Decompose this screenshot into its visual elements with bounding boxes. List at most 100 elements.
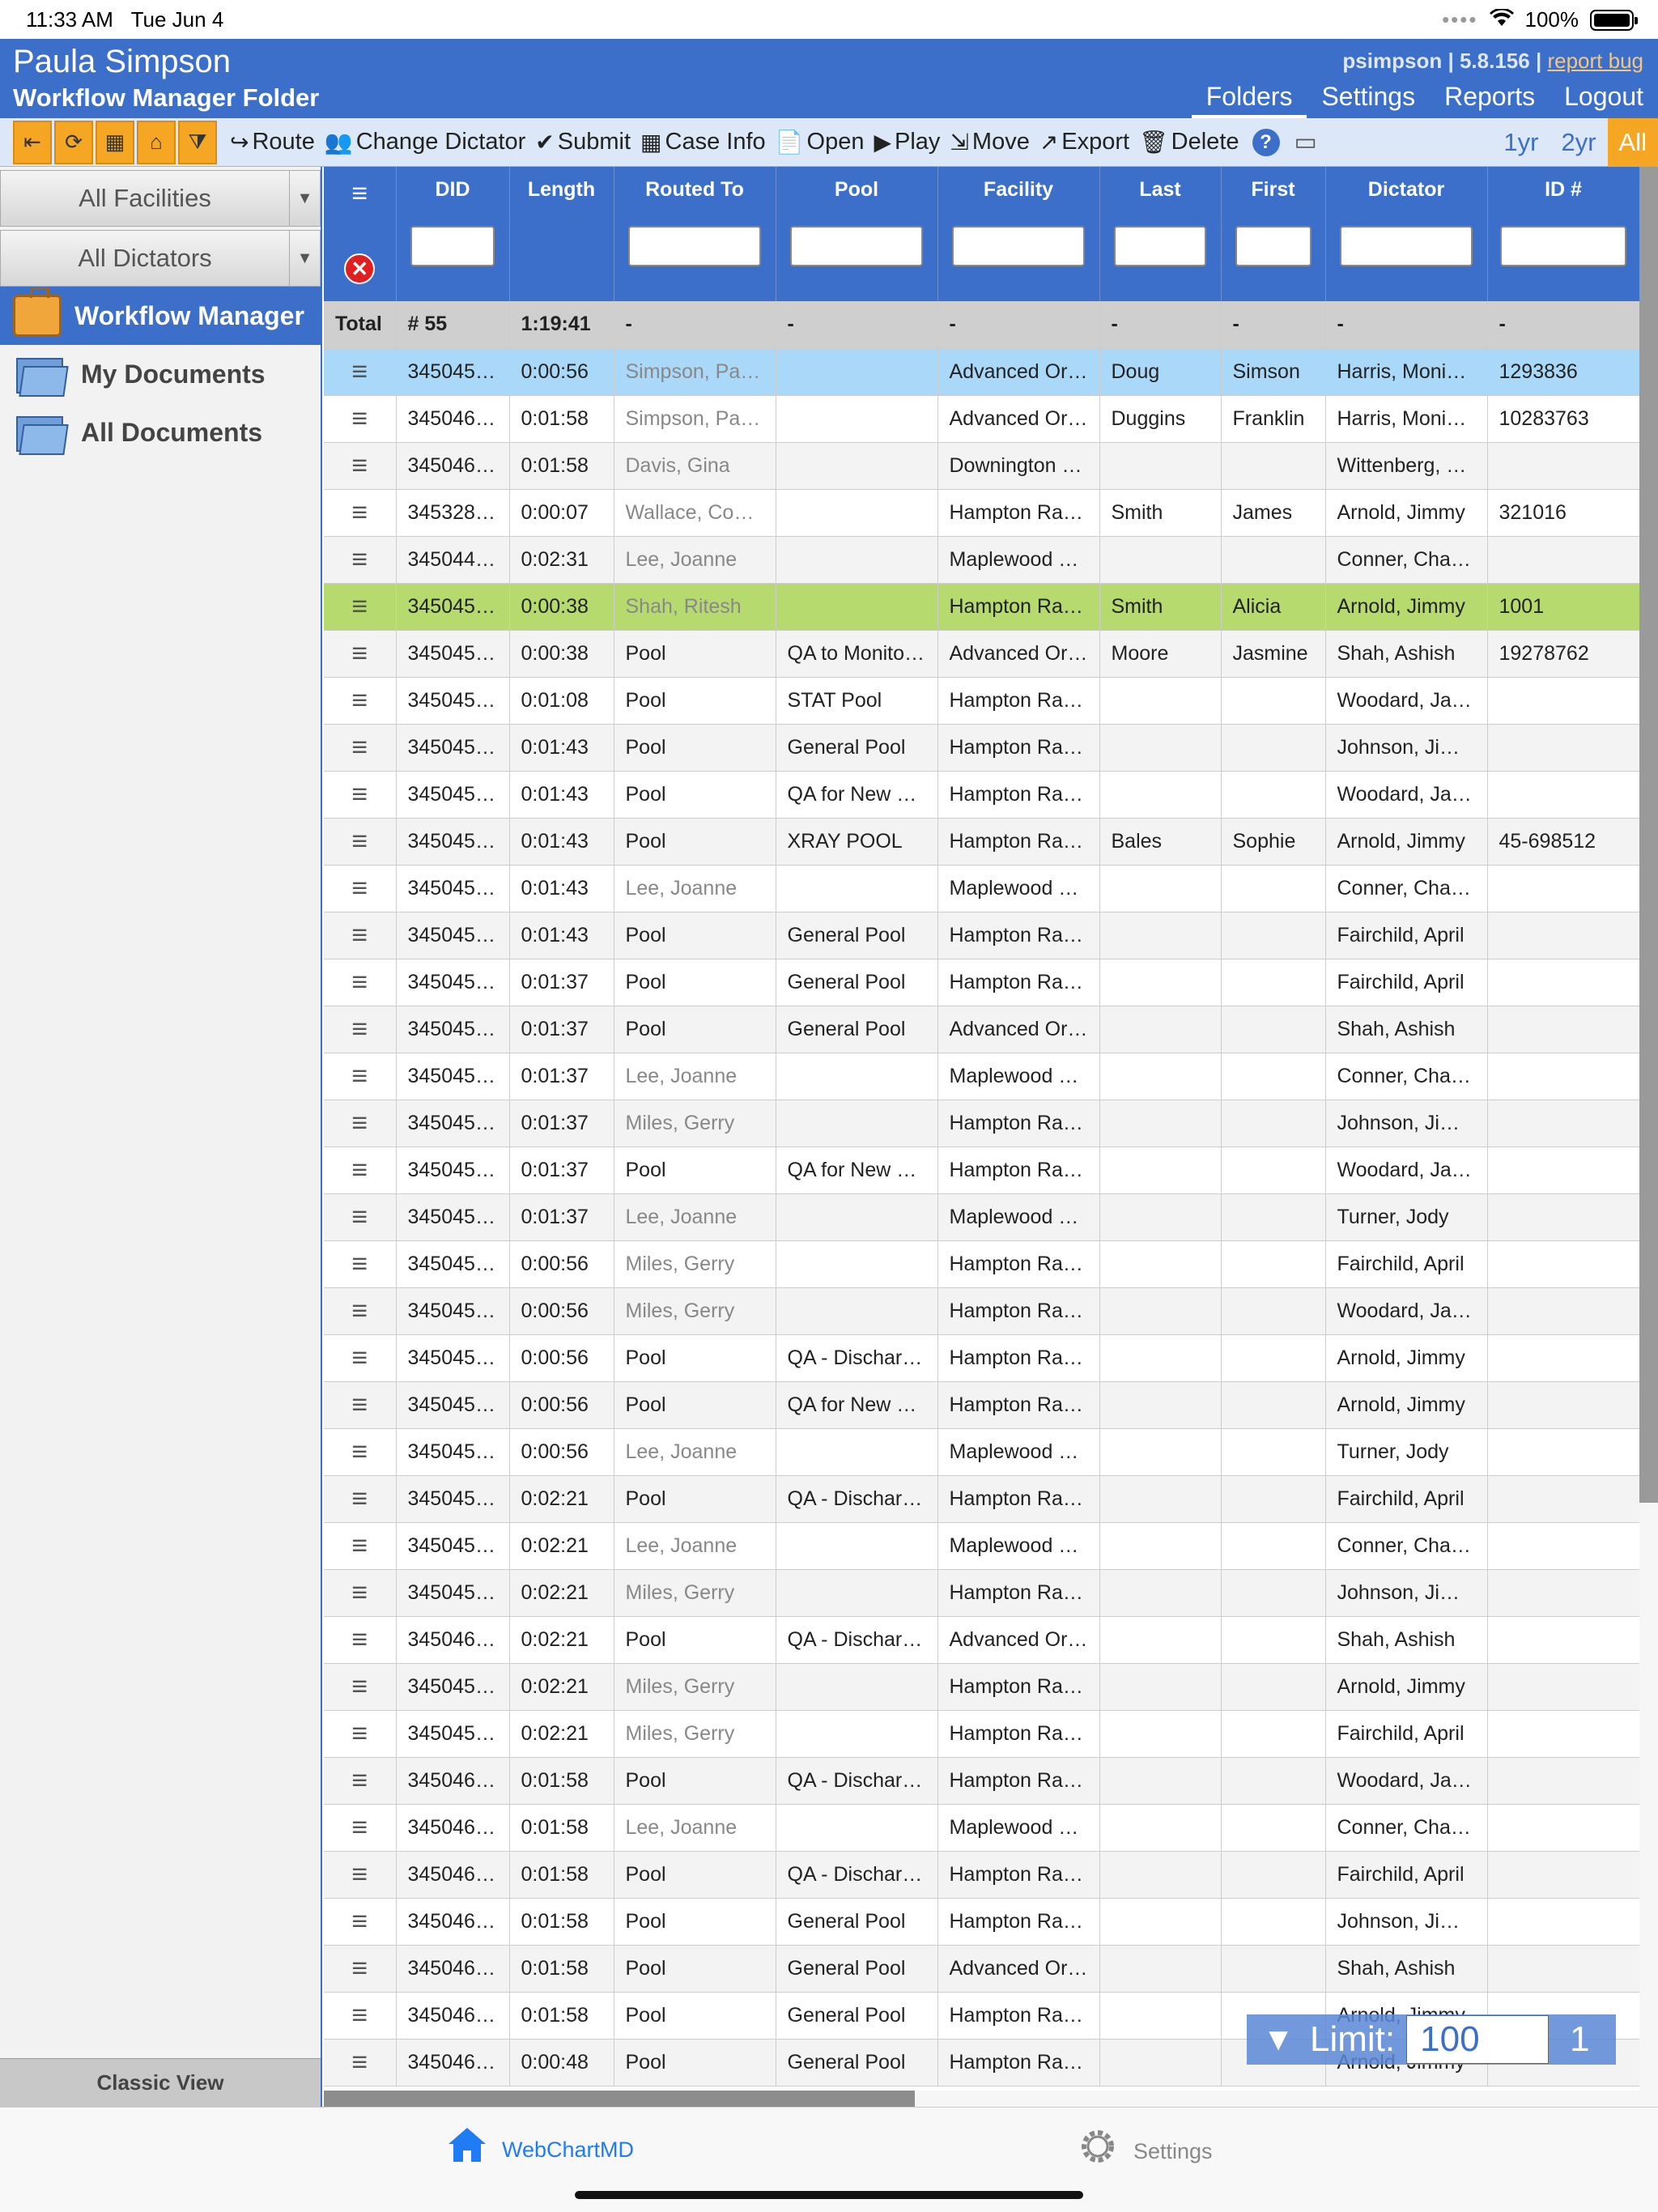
table-row[interactable]: ≡ 34504600 0:02:21 Pool QA - Dischar… Advance… bbox=[324, 1616, 1639, 1664]
table-row[interactable]: ≡ 34532828 0:00:07 Wallace, Con… Hampton Ra…… bbox=[324, 489, 1639, 537]
table-row[interactable]: ≡ 34504612 0:01:58 Simpson, Pa… Advanced Or…… bbox=[324, 395, 1639, 443]
limit-input[interactable] bbox=[1406, 2015, 1550, 2064]
row-menu-icon[interactable]: ≡ bbox=[324, 912, 397, 959]
row-menu-icon[interactable]: ≡ bbox=[324, 1616, 397, 1664]
row-menu-icon[interactable]: ≡ bbox=[324, 1334, 397, 1382]
toolbar-case-info-button[interactable]: ▦ Case Info bbox=[640, 129, 766, 155]
row-menu-icon[interactable]: ≡ bbox=[324, 1663, 397, 1711]
col-id[interactable]: ID # bbox=[1487, 167, 1639, 301]
row-menu-icon[interactable]: ≡ bbox=[324, 1945, 397, 1993]
table-row[interactable]: ≡ 34504618 0:01:58 Lee, Joanne Maplewood … Co… bbox=[324, 1804, 1639, 1852]
sidebar-item-all-documents[interactable]: All Documents bbox=[0, 403, 321, 462]
col-facility[interactable]: Facility bbox=[937, 167, 1100, 301]
row-menu-icon[interactable]: ≡ bbox=[324, 818, 397, 866]
table-row[interactable]: ≡ 34504560 0:01:37 Pool General Pool Advanced… bbox=[324, 1006, 1639, 1053]
table-row[interactable]: ≡ 34504599 0:02:21 Pool QA - Dischar… Hampton… bbox=[324, 1475, 1639, 1523]
table-row[interactable]: ≡ 34504597 0:02:21 Miles, Gerry Hampton Ra… J… bbox=[324, 1569, 1639, 1617]
row-menu-icon[interactable]: ≡ bbox=[324, 1006, 397, 1053]
table-row[interactable]: ≡ 34504580 0:01:37 Lee, Joanne Maplewood … Tu… bbox=[324, 1193, 1639, 1241]
col-pool[interactable]: Pool bbox=[776, 167, 938, 301]
scroll-thumb[interactable] bbox=[324, 2091, 915, 2107]
filter-facility-input[interactable] bbox=[952, 226, 1085, 266]
range-1yr[interactable]: 1yr bbox=[1492, 118, 1550, 167]
table-row[interactable]: ≡ 34504529 0:00:38 Pool QA to Monito… Advance… bbox=[324, 630, 1639, 678]
scroll-thumb[interactable] bbox=[1639, 167, 1658, 1503]
col-did[interactable]: DID bbox=[396, 167, 510, 301]
range-2yr[interactable]: 2yr bbox=[1550, 118, 1607, 167]
table-row[interactable]: ≡ 34504548 0:01:43 Pool General Pool Hampton … bbox=[324, 724, 1639, 772]
page-number[interactable]: 1 bbox=[1570, 2019, 1589, 2060]
table-row[interactable]: ≡ 34504528 0:00:38 Shah, Ritesh Hampton Ra… S… bbox=[324, 583, 1639, 631]
toolbar-export-button[interactable]: ↗ Export bbox=[1039, 129, 1129, 155]
row-menu-icon[interactable]: ≡ bbox=[324, 1992, 397, 2040]
table-row[interactable]: ≡ 34504581 0:01:37 Pool General Pool Hampton … bbox=[324, 959, 1639, 1006]
row-menu-icon[interactable]: ≡ bbox=[324, 1569, 397, 1617]
toolbar-move-button[interactable]: ⇲ Move bbox=[950, 129, 1029, 155]
row-menu-icon[interactable]: ≡ bbox=[324, 348, 397, 396]
vertical-scrollbar[interactable] bbox=[1639, 167, 1658, 2107]
table-row[interactable]: ≡ 34504579 0:01:37 Miles, Gerry Hampton Ra… J… bbox=[324, 1100, 1639, 1147]
nav-settings[interactable]: Settings bbox=[1307, 78, 1430, 118]
table-row[interactable]: ≡ 34504522 0:01:08 Pool STAT Pool Hampton Ra…… bbox=[324, 677, 1639, 725]
row-menu-icon[interactable]: ≡ bbox=[324, 1053, 397, 1100]
toolbar-route-button[interactable]: ↪ Route bbox=[230, 129, 315, 155]
row-menu-icon[interactable]: ≡ bbox=[324, 1851, 397, 1899]
back-icon[interactable]: ⇤ bbox=[13, 120, 52, 164]
toolbar-change-dictator-button[interactable]: 👥 Change Dictator bbox=[325, 129, 525, 155]
toolbar-play-button[interactable]: ▶ Play bbox=[874, 129, 940, 155]
row-menu-icon[interactable]: ≡ bbox=[324, 1100, 397, 1147]
calculator-icon[interactable]: ▦ bbox=[96, 120, 134, 164]
row-menu-icon[interactable]: ≡ bbox=[324, 677, 397, 725]
table-row[interactable]: ≡ 34504488 0:02:31 Lee, Joanne Maplewood … Co… bbox=[324, 536, 1639, 584]
row-menu-icon[interactable]: ≡ bbox=[324, 1193, 397, 1241]
row-menu-icon[interactable]: ≡ bbox=[324, 1428, 397, 1476]
row-menu-icon[interactable]: ≡ bbox=[324, 1240, 397, 1288]
table-row[interactable]: ≡ 34504549 0:01:43 Pool QA for New … Hampton … bbox=[324, 771, 1639, 819]
filter-first-input[interactable] bbox=[1235, 226, 1312, 266]
tab-webchartmd[interactable]: WebChartMD bbox=[447, 2125, 634, 2174]
col-last[interactable]: Last bbox=[1099, 167, 1222, 301]
table-row[interactable]: ≡ 34504598 0:02:21 Miles, Gerry Hampton Ra… A… bbox=[324, 1663, 1639, 1711]
toolbar-delete-button[interactable]: 🗑 Delete bbox=[1139, 129, 1239, 155]
dictators-dropdown[interactable]: All Dictators ▼ bbox=[0, 230, 321, 287]
sidebar-item-my-documents[interactable]: My Documents bbox=[0, 345, 321, 403]
row-menu-icon[interactable]: ≡ bbox=[324, 1381, 397, 1429]
row-menu-icon[interactable]: ≡ bbox=[324, 1475, 397, 1523]
row-menu-icon[interactable]: ≡ bbox=[324, 630, 397, 678]
filter-id-input[interactable] bbox=[1500, 226, 1626, 266]
table-row[interactable]: ≡ 34504614 0:01:58 Davis, Gina Downington … W… bbox=[324, 442, 1639, 490]
table-row[interactable]: ≡ 34504576 0:01:37 Lee, Joanne Maplewood … Co… bbox=[324, 1053, 1639, 1100]
row-menu-icon[interactable]: ≡ bbox=[324, 489, 397, 537]
table-row[interactable]: ≡ 34504578 0:01:37 Pool QA for New … Hampton … bbox=[324, 1146, 1639, 1194]
facilities-dropdown[interactable]: All Facilities ▼ bbox=[0, 170, 321, 227]
row-menu-icon[interactable]: ≡ bbox=[324, 536, 397, 584]
clear-filters-icon[interactable]: ✕ bbox=[344, 253, 376, 284]
sidebar-item-workflow-manager[interactable]: Workflow Manager bbox=[0, 287, 321, 345]
nav-folders[interactable]: Folders bbox=[1191, 78, 1307, 118]
table-row[interactable]: ≡ 34504609 0:01:58 Pool QA - Dischar… Hampton… bbox=[324, 1851, 1639, 1899]
table-row[interactable]: ≡ 34504547 0:01:43 Pool XRAY POOL Hampton Ra…… bbox=[324, 818, 1639, 866]
row-menu-icon[interactable]: ≡ bbox=[324, 442, 397, 490]
nav-reports[interactable]: Reports bbox=[1430, 78, 1550, 118]
filter-routed-to-input[interactable] bbox=[628, 226, 761, 266]
table-row[interactable]: ≡ 34504593 0:00:56 Miles, Gerry Hampton Ra… W… bbox=[324, 1287, 1639, 1335]
table-row[interactable]: ≡ 34504586 0:02:21 Miles, Gerry Hampton Ra… F… bbox=[324, 1710, 1639, 1758]
horizontal-scrollbar[interactable] bbox=[324, 2091, 1639, 2107]
row-menu-icon[interactable]: ≡ bbox=[324, 1146, 397, 1194]
table-row[interactable]: ≡ 34504613 0:01:58 Pool General Pool Advanced… bbox=[324, 1945, 1639, 1993]
row-menu-icon[interactable]: ≡ bbox=[324, 959, 397, 1006]
refresh-icon[interactable]: ⟳ bbox=[54, 120, 93, 164]
table-row[interactable]: ≡ 34504551 0:01:43 Lee, Joanne Maplewood … Co… bbox=[324, 865, 1639, 912]
toolbar-open-button[interactable]: 📄 Open bbox=[776, 129, 865, 155]
filter-did-input[interactable] bbox=[410, 226, 495, 266]
col-routed-to[interactable]: Routed To bbox=[614, 167, 776, 301]
table-row[interactable]: ≡ 34504572 0:00:56 Pool QA for New … Hampton … bbox=[324, 1381, 1639, 1429]
table-row[interactable]: ≡ 34504588 0:00:56 Pool QA - Dischar… Hampton… bbox=[324, 1334, 1639, 1382]
toolbar-submit-button[interactable]: ✔ Submit bbox=[535, 129, 631, 155]
classic-view-button[interactable]: Classic View bbox=[0, 2058, 321, 2107]
row-menu-icon[interactable]: ≡ bbox=[324, 1710, 397, 1758]
range-all[interactable]: All bbox=[1607, 118, 1658, 167]
table-row[interactable]: ≡ 34504590 0:00:56 Miles, Gerry Hampton Ra… F… bbox=[324, 1240, 1639, 1288]
col-dictator[interactable]: Dictator bbox=[1325, 167, 1488, 301]
row-menu-icon[interactable]: ≡ bbox=[324, 2039, 397, 2087]
